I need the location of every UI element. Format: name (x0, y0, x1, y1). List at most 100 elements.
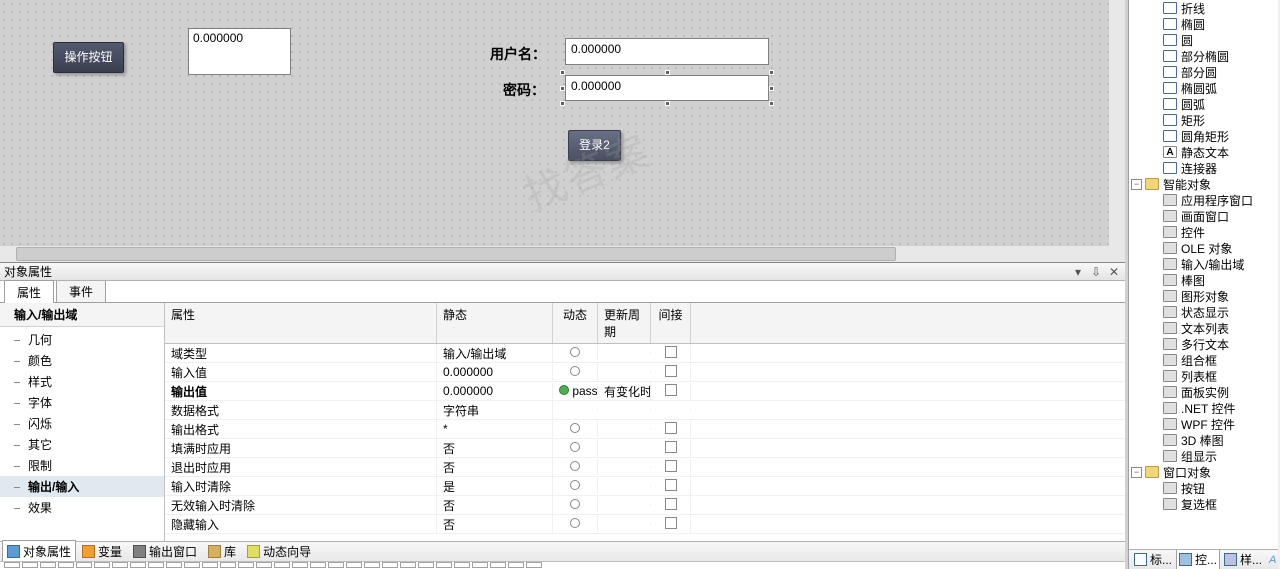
col-attribute[interactable]: 属性 (165, 303, 437, 343)
canvas-vscrollbar[interactable] (1109, 0, 1125, 246)
close-icon[interactable]: ✕ (1107, 265, 1121, 279)
category-item[interactable]: 闪烁 (0, 413, 164, 434)
design-canvas[interactable]: 操作按钮 0.000000 用户名： 密码： 0.000000 0.000000… (0, 0, 1109, 246)
pin-icon[interactable]: ⇩ (1089, 265, 1103, 279)
palette-item[interactable]: OLE 对象 (1129, 240, 1278, 256)
checkbox-icon[interactable] (665, 460, 677, 472)
palette-item[interactable]: 圆弧 (1129, 96, 1278, 112)
palette-overflow-icon[interactable]: A (1266, 552, 1278, 568)
col-dynamic[interactable]: 动态 (553, 303, 598, 343)
palette-item[interactable]: A静态文本 (1129, 144, 1278, 160)
bulb-icon[interactable] (570, 347, 580, 357)
bottom-tab[interactable]: 变量 (77, 540, 127, 563)
col-static[interactable]: 静态 (437, 303, 553, 343)
tab-properties[interactable]: 属性 (4, 280, 54, 303)
category-item[interactable]: 几何 (0, 329, 164, 350)
palette-item[interactable]: 面板实例 (1129, 384, 1278, 400)
palette-item[interactable]: 文本列表 (1129, 320, 1278, 336)
io-field-1[interactable]: 0.000000 (188, 28, 291, 75)
palette-item[interactable]: 输入/输出域 (1129, 256, 1278, 272)
property-row[interactable]: 域类型输入/输出域 (165, 344, 1125, 363)
io-field-password-selected[interactable]: 0.000000 (563, 73, 771, 103)
expander-icon[interactable]: − (1131, 467, 1142, 478)
palette-item[interactable]: 椭圆 (1129, 16, 1278, 32)
palette-item[interactable]: 复选框 (1129, 496, 1278, 512)
checkbox-icon[interactable] (665, 422, 677, 434)
checkbox-icon[interactable] (665, 346, 677, 358)
palette-tab[interactable]: 控... (1176, 549, 1220, 569)
palette-item[interactable]: WPF 控件 (1129, 416, 1278, 432)
palette-item[interactable]: 折线 (1129, 0, 1278, 16)
checkbox-icon[interactable] (665, 384, 677, 396)
color-strip[interactable] (0, 561, 1125, 569)
bulb-icon[interactable] (570, 442, 580, 452)
checkbox-icon[interactable] (665, 498, 677, 510)
login-button[interactable]: 登录2 (568, 130, 621, 161)
property-row[interactable]: 数据格式字符串 (165, 401, 1125, 420)
window-menu-icon[interactable]: ▾ (1071, 265, 1085, 279)
property-row[interactable]: 输出格式* (165, 420, 1125, 439)
palette-tab[interactable]: 标... (1131, 549, 1175, 569)
operation-button[interactable]: 操作按钮 (53, 42, 124, 73)
checkbox-icon[interactable] (665, 441, 677, 453)
checkbox-icon[interactable] (665, 365, 677, 377)
palette-item[interactable]: 列表框 (1129, 368, 1278, 384)
io-field-username[interactable]: 0.000000 (565, 38, 769, 65)
palette-item[interactable]: 图形对象 (1129, 288, 1278, 304)
tab-events[interactable]: 事件 (56, 279, 106, 302)
bottom-tab[interactable]: 库 (203, 540, 241, 563)
property-row[interactable]: 输入时清除是 (165, 477, 1125, 496)
palette-item[interactable]: 圆 (1129, 32, 1278, 48)
palette-item[interactable]: 连接器 (1129, 160, 1278, 176)
palette-group[interactable]: −窗口对象 (1129, 464, 1278, 480)
palette-item[interactable]: 3D 棒图 (1129, 432, 1278, 448)
palette-item[interactable]: 控件 (1129, 224, 1278, 240)
category-item[interactable]: 样式 (0, 371, 164, 392)
palette-item[interactable]: 椭圆弧 (1129, 80, 1278, 96)
checkbox-icon[interactable] (665, 517, 677, 529)
palette-item[interactable]: 按钮 (1129, 480, 1278, 496)
palette-item[interactable]: 棒图 (1129, 272, 1278, 288)
palette-item[interactable]: 圆角矩形 (1129, 128, 1278, 144)
canvas-hscrollbar[interactable] (0, 246, 1125, 262)
category-item[interactable]: 输出/输入 (0, 476, 164, 497)
property-row[interactable]: 填满时应用否 (165, 439, 1125, 458)
property-row[interactable]: 输入值0.000000 (165, 363, 1125, 382)
palette-item[interactable]: 应用程序窗口 (1129, 192, 1278, 208)
palette-item[interactable]: 状态显示 (1129, 304, 1278, 320)
category-item[interactable]: 字体 (0, 392, 164, 413)
io-field-password[interactable]: 0.000000 (565, 75, 769, 101)
bulb-icon[interactable] (570, 366, 580, 376)
category-item[interactable]: 其它 (0, 434, 164, 455)
col-update[interactable]: 更新周期 (598, 303, 651, 343)
col-indirect[interactable]: 间接 (651, 303, 691, 343)
category-item[interactable]: 颜色 (0, 350, 164, 371)
palette-item[interactable]: 画面窗口 (1129, 208, 1278, 224)
category-item[interactable]: 效果 (0, 497, 164, 518)
palette-item[interactable]: .NET 控件 (1129, 400, 1278, 416)
bottom-tab[interactable]: 动态向导 (242, 540, 316, 563)
property-row[interactable]: 无效输入时清除否 (165, 496, 1125, 515)
bulb-icon[interactable] (570, 499, 580, 509)
category-item[interactable]: 限制 (0, 455, 164, 476)
palette-item[interactable]: 组显示 (1129, 448, 1278, 464)
palette-item[interactable]: 部分圆 (1129, 64, 1278, 80)
bulb-icon[interactable] (570, 518, 580, 528)
bulb-icon[interactable] (570, 461, 580, 471)
bottom-tab[interactable]: 对象属性 (2, 540, 76, 563)
palette-item[interactable]: 组合框 (1129, 352, 1278, 368)
bottom-tab[interactable]: 输出窗口 (128, 540, 202, 563)
expander-icon[interactable]: − (1131, 179, 1142, 190)
palette-item[interactable]: 部分椭圆 (1129, 48, 1278, 64)
palette-tab[interactable]: 样... (1221, 549, 1265, 569)
palette-item[interactable]: 多行文本 (1129, 336, 1278, 352)
property-row[interactable]: 输出值0.000000 passwo有变化时 (165, 382, 1125, 401)
bulb-green-icon[interactable] (559, 385, 569, 395)
property-row[interactable]: 隐藏输入否 (165, 515, 1125, 534)
palette-item[interactable]: 矩形 (1129, 112, 1278, 128)
property-row[interactable]: 退出时应用否 (165, 458, 1125, 477)
checkbox-icon[interactable] (665, 479, 677, 491)
palette-group[interactable]: −智能对象 (1129, 176, 1278, 192)
bulb-icon[interactable] (570, 423, 580, 433)
bulb-icon[interactable] (570, 480, 580, 490)
